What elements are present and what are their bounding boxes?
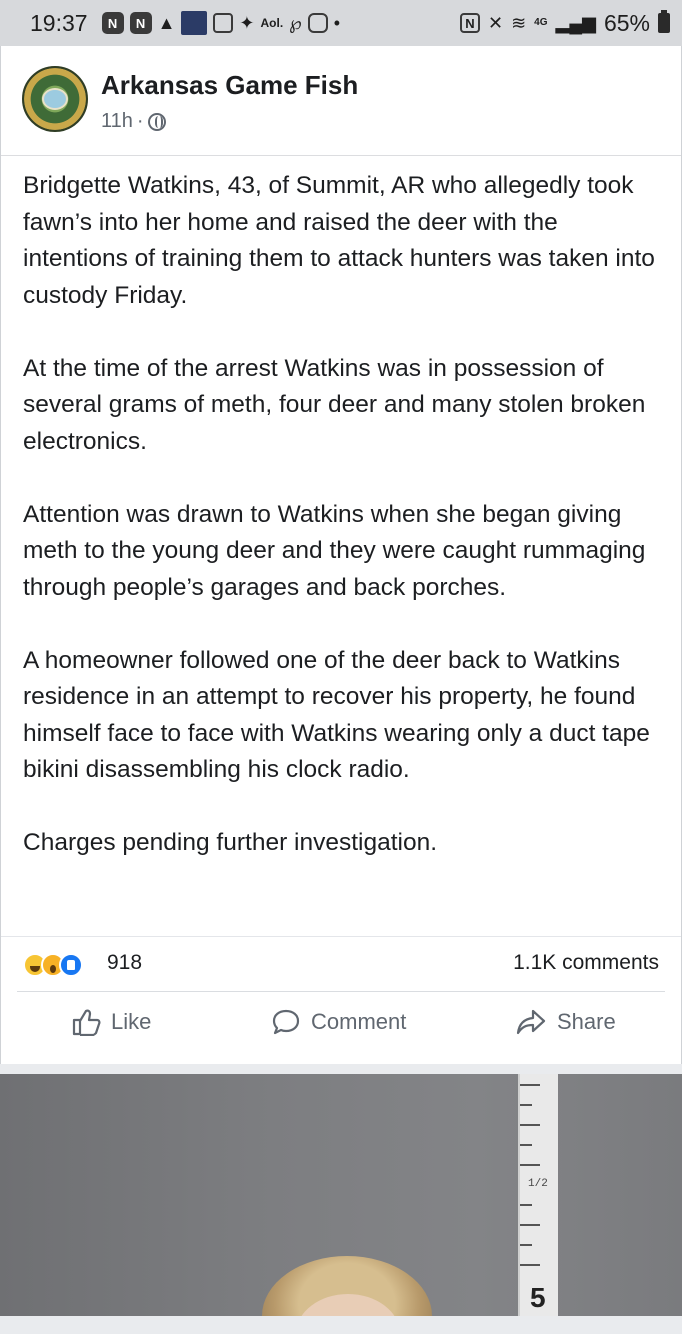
pinterest-icon: ℘ <box>289 13 302 33</box>
height-chart-mark: 1/2 <box>528 1178 548 1190</box>
globe-icon <box>147 112 166 131</box>
notification-box-icon: N <box>129 12 152 34</box>
mute-icon: ✕ <box>487 13 504 33</box>
post-paragraph: A homeowner followed one of the deer bac… <box>23 646 650 784</box>
status-left: 19:37 N N ▲ ✦ Aol. ℘ • <box>30 10 340 37</box>
4g-icon: 4G <box>534 17 548 28</box>
battery-percent: 65% <box>603 9 650 36</box>
post-meta: 11h · <box>101 110 166 133</box>
post-paragraph: Charges pending further investigation. <box>23 829 438 856</box>
reaction-count[interactable]: 918 <box>107 951 142 975</box>
share-icon <box>516 1009 546 1035</box>
status-right: N ✕ ≋ 4G ▂▄▆ 65% <box>459 9 670 37</box>
battery-icon <box>658 10 670 33</box>
instagram-icon <box>307 13 328 33</box>
like-button[interactable]: Like <box>71 1008 151 1036</box>
height-chart: 1/2 5 <box>518 1074 558 1316</box>
action-bar: Like Comment Share <box>17 991 665 1063</box>
height-chart-number: 5 <box>530 1282 546 1313</box>
screenshot-icon <box>213 13 234 33</box>
post-paragraph: At the time of the arrest Watkins was in… <box>23 354 646 455</box>
snapchat-icon: ▲ <box>157 13 176 33</box>
twitter-icon: ✦ <box>239 13 255 33</box>
news-alert-icon <box>181 11 208 35</box>
meta-separator: · <box>136 110 144 132</box>
page-name[interactable]: Arkansas Game Fish <box>101 70 358 101</box>
wifi-icon: ≋ <box>511 13 527 33</box>
status-time: 19:37 <box>30 9 88 36</box>
like-label: Like <box>111 1009 152 1034</box>
comments-count[interactable]: 1.1K comments <box>513 951 659 975</box>
nfc-icon: N <box>459 13 480 33</box>
comment-icon <box>272 1009 300 1035</box>
share-label: Share <box>557 1009 616 1034</box>
signal-icon: ▂▄▆ <box>555 13 596 33</box>
post-card: Arkansas Game Fish 11h · Bridgette Watki… <box>0 46 682 1064</box>
comment-label: Comment <box>311 1009 407 1034</box>
share-button[interactable]: Share <box>515 1008 616 1036</box>
notification-box-icon: N <box>101 12 124 34</box>
post-time[interactable]: 11h <box>101 110 133 133</box>
post-body: Bridgette Watkins, 43, of Summit, AR who… <box>23 168 663 898</box>
like-reaction-icon <box>59 953 83 977</box>
avatar-emblem <box>42 88 68 110</box>
dot-icon: • <box>333 13 341 33</box>
post-photo[interactable]: 1/2 5 <box>0 1074 682 1316</box>
post-paragraph: Bridgette Watkins, 43, of Summit, AR who… <box>23 172 655 309</box>
bottom-strip <box>0 1316 682 1334</box>
reactions-row: 918 1.1K comments <box>1 936 681 992</box>
comment-button[interactable]: Comment <box>271 1008 406 1036</box>
post-header: Arkansas Game Fish 11h · <box>1 46 681 156</box>
status-bar: 19:37 N N ▲ ✦ Aol. ℘ • N ✕ ≋ 4G ▂▄▆ 65% <box>0 0 682 46</box>
post-paragraph: Attention was drawn to Watkins when she … <box>23 500 646 601</box>
page-avatar[interactable] <box>22 66 88 132</box>
aol-icon: Aol. <box>260 16 284 30</box>
thumbs-up-icon <box>72 1009 101 1036</box>
reaction-icons[interactable] <box>23 953 83 977</box>
